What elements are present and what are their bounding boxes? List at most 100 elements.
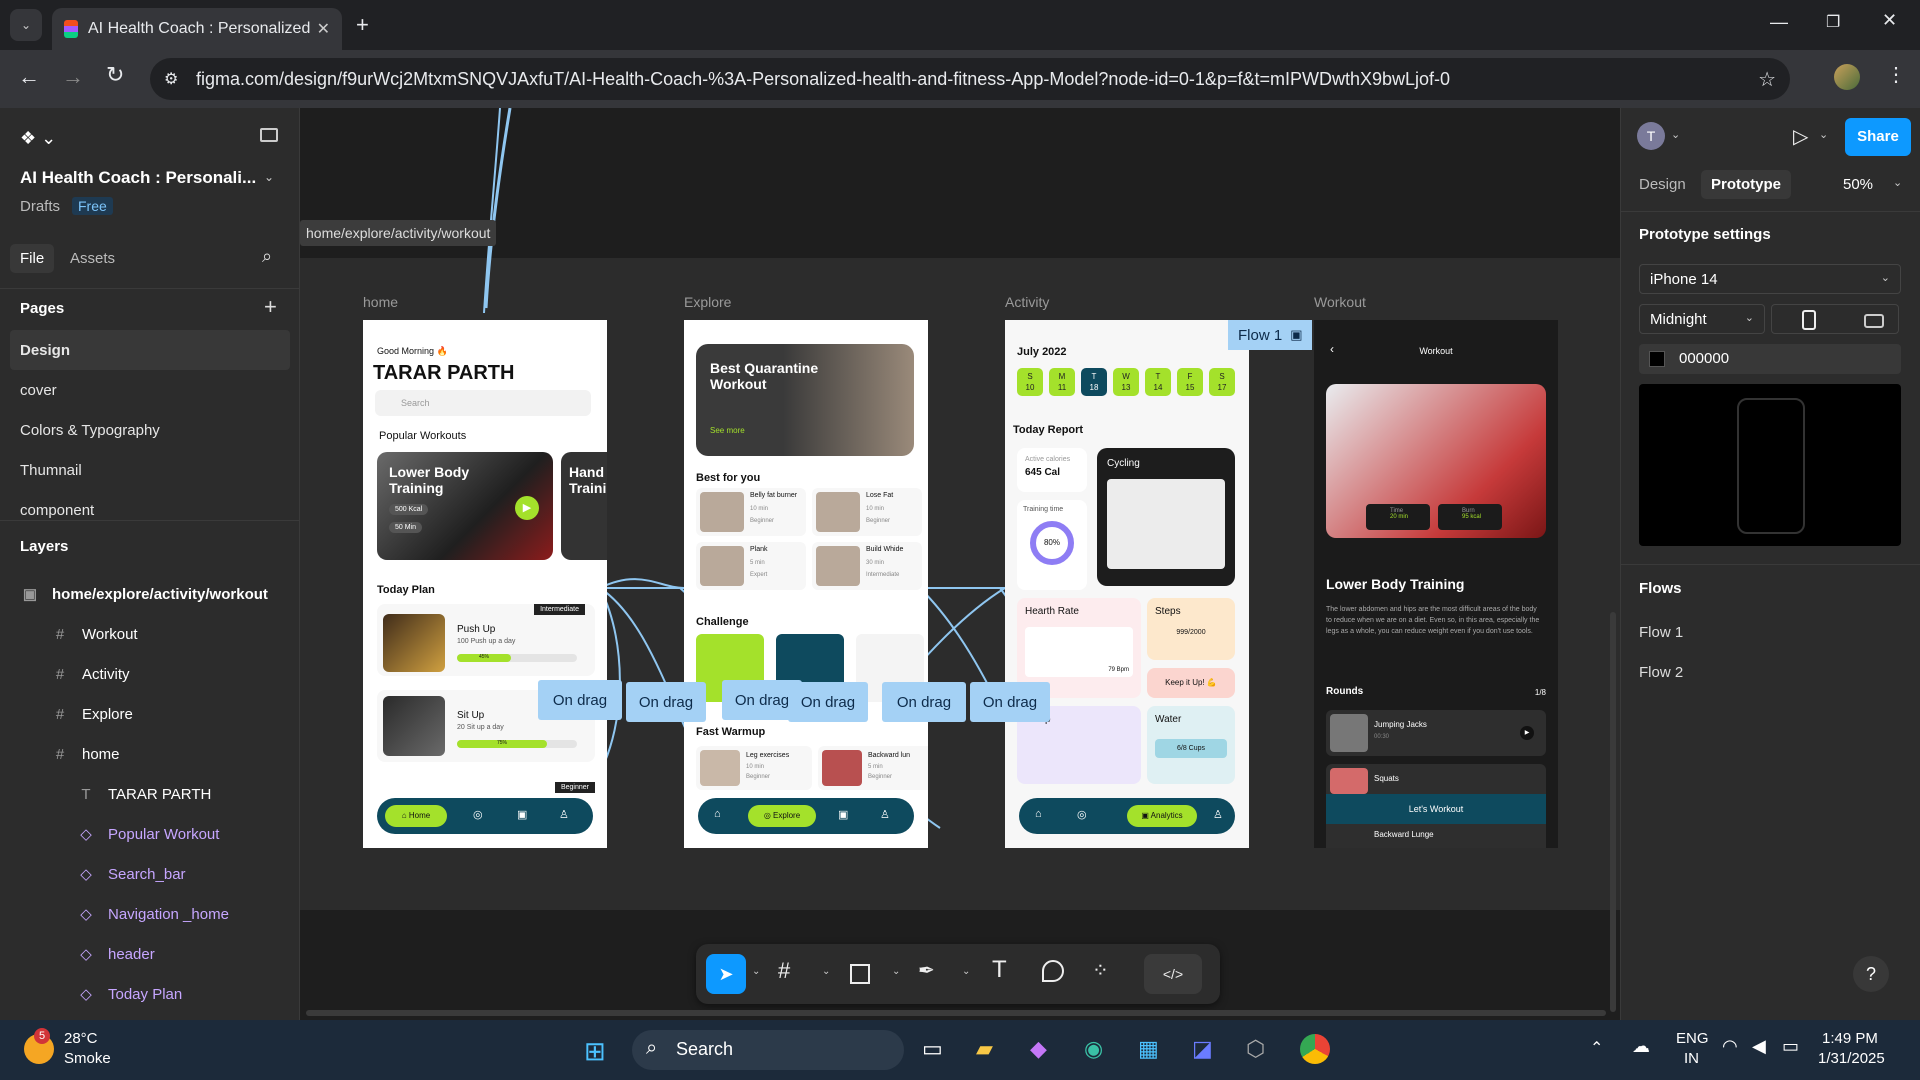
model-select[interactable]: Midnight ⌄ — [1639, 304, 1765, 334]
chevron-down-icon[interactable]: ⌄ — [822, 966, 830, 977]
vertical-scrollbar[interactable] — [1610, 612, 1616, 1012]
nav-explore-button[interactable]: ◎ Explore — [748, 805, 816, 827]
show-hidden-icons-chevron-icon[interactable]: ⌃ — [1590, 1038, 1603, 1058]
zoom-level[interactable]: 50% — [1843, 176, 1873, 193]
hero-card[interactable]: Best Quarantine Workout See more — [696, 344, 914, 456]
frame-explore[interactable]: Best Quarantine Workout See more Best fo… — [684, 320, 928, 848]
windows-start-icon[interactable]: ⊞ — [584, 1036, 606, 1067]
app-icon[interactable]: ⬡ — [1246, 1036, 1265, 1062]
nav-profile-icon[interactable]: ♙ — [559, 808, 569, 821]
flow-item[interactable]: Flow 2 — [1639, 664, 1683, 681]
layer-item[interactable]: # Explore — [0, 694, 300, 734]
edge-icon[interactable]: ◉ — [1084, 1036, 1103, 1062]
portrait-icon[interactable] — [1802, 310, 1816, 330]
nav-explore-icon[interactable]: ◎ — [1077, 808, 1087, 821]
weather-temp[interactable]: 28°C — [64, 1030, 98, 1047]
round-item[interactable]: Backward Lunge — [1326, 824, 1546, 848]
workout-card[interactable]: Lower Body Training 500 Kcal 50 Min ▶ — [377, 452, 553, 560]
site-info-icon[interactable]: ⚙ — [164, 69, 178, 89]
text-tool-icon[interactable]: T — [992, 956, 1007, 984]
color-swatch[interactable] — [1649, 351, 1665, 367]
page-item[interactable]: Colors & Typography — [0, 410, 300, 450]
battery-icon[interactable]: ▭ — [1782, 1036, 1799, 1057]
help-button[interactable]: ? — [1853, 956, 1889, 992]
round-item[interactable]: Squats — [1326, 764, 1546, 794]
horizontal-scrollbar[interactable] — [306, 1010, 1606, 1016]
onedrive-icon[interactable]: ☁ — [1632, 1036, 1650, 1057]
exercise-card[interactable]: Lose Fat 10 min Beginner — [812, 488, 922, 536]
actions-tool-icon[interactable]: ⁘ — [1092, 958, 1109, 983]
layer-item[interactable]: ◇ Navigation _home — [0, 894, 300, 934]
figma-menu-icon[interactable]: ❖ ⌄ — [20, 128, 56, 149]
chevron-down-icon[interactable]: ⌄ — [962, 966, 970, 977]
nav-home-button[interactable]: ⌂ Home — [385, 805, 447, 827]
exercise-card[interactable]: Belly fat burner 10 min Beginner — [696, 488, 806, 536]
language-region[interactable]: IN — [1684, 1050, 1699, 1067]
chevron-down-icon[interactable]: ⌄ — [892, 966, 900, 977]
page-item[interactable]: component — [0, 490, 300, 530]
forward-icon[interactable]: → — [62, 64, 84, 90]
nav-home-icon[interactable]: ⌂ — [714, 808, 721, 820]
layer-item[interactable]: ◇ Today Plan — [0, 974, 300, 1014]
search-icon[interactable]: ⌕ — [262, 246, 272, 267]
add-page-icon[interactable]: + — [264, 294, 277, 320]
drafts-label[interactable]: Drafts — [20, 198, 60, 215]
flow-play-icon[interactable]: ▣ — [1290, 327, 1302, 343]
exercise-card[interactable]: Build Whide 30 min Intermediate — [812, 542, 922, 590]
frame-label-explore[interactable]: Explore — [684, 294, 731, 310]
interaction-label[interactable]: On drag — [538, 680, 622, 720]
background-color-field[interactable]: 000000 — [1639, 344, 1901, 374]
device-select[interactable]: iPhone 14 ⌄ — [1639, 264, 1901, 294]
bookmark-star-icon[interactable]: ☆ — [1758, 67, 1776, 92]
share-button[interactable]: Share — [1845, 118, 1911, 156]
back-icon[interactable]: ← — [18, 64, 40, 90]
page-item[interactable]: cover — [0, 370, 300, 410]
round-play-icon[interactable]: ▶ — [1520, 726, 1534, 740]
language-code[interactable]: ENG — [1676, 1030, 1709, 1047]
tab-assets[interactable]: Assets — [70, 250, 115, 267]
tab-prototype[interactable]: Prototype — [1701, 170, 1792, 199]
bottom-navigation[interactable]: ⌂ ◎ ▣ Analytics ♙ — [1019, 798, 1235, 834]
chevron-down-icon[interactable]: ⌄ — [1671, 128, 1680, 141]
flow-item[interactable]: Flow 1 — [1639, 624, 1683, 641]
weather-desc[interactable]: Smoke — [64, 1050, 111, 1067]
user-avatar[interactable]: T — [1637, 122, 1665, 150]
wifi-icon[interactable]: ◠ — [1722, 1036, 1738, 1057]
nav-profile-icon[interactable]: ♙ — [1213, 808, 1223, 821]
tab-design[interactable]: Design — [1639, 176, 1686, 193]
calendar-day[interactable]: T 18 — [1081, 368, 1107, 396]
layer-item[interactable]: # Activity — [0, 654, 300, 694]
file-name[interactable]: AI Health Coach : Personali... — [20, 168, 260, 188]
calories-card[interactable]: Active calories 645 Cal — [1017, 448, 1087, 492]
orientation-toggle[interactable] — [1771, 304, 1899, 334]
close-window-icon[interactable]: ✕ — [1882, 10, 1897, 31]
calendar-day[interactable]: W 13 — [1113, 368, 1139, 396]
plan-card[interactable]: Push Up 100 Push up a day 45% Intermedia… — [377, 604, 595, 676]
calendar-day[interactable]: F 15 — [1177, 368, 1203, 396]
chevron-down-icon[interactable]: ⌄ — [1819, 128, 1828, 141]
new-tab-icon[interactable]: + — [356, 12, 369, 38]
frame-label-home[interactable]: home — [363, 294, 398, 310]
file-chevron-icon[interactable]: ⌄ — [264, 170, 274, 184]
calendar-day[interactable]: M 11 — [1049, 368, 1075, 396]
copilot-icon[interactable]: ◆ — [1030, 1036, 1047, 1062]
interaction-label[interactable]: On drag — [970, 682, 1050, 722]
task-view-icon[interactable]: ▭ — [922, 1036, 943, 1062]
workout-card[interactable]: Hand Training — [561, 452, 607, 560]
frame-tool-icon[interactable]: # — [778, 958, 790, 984]
layer-item[interactable]: # Workout — [0, 614, 300, 654]
layer-item[interactable]: T TARAR PARTH — [0, 774, 300, 814]
frame-label-activity[interactable]: Activity — [1005, 294, 1049, 310]
browser-tab[interactable]: AI Health Coach : Personalized ✕ — [52, 8, 342, 50]
frame-home[interactable]: Good Morning 🔥 TARAR PARTH Search Popula… — [363, 320, 607, 848]
browser-menu-icon[interactable]: ⋮ — [1886, 62, 1906, 87]
search-bar[interactable]: Search — [375, 390, 591, 416]
exercise-card[interactable]: Plank 5 min Expert — [696, 542, 806, 590]
reload-icon[interactable]: ↻ — [106, 62, 124, 88]
restore-icon[interactable]: ❐ — [1826, 12, 1840, 32]
tab-close-icon[interactable]: ✕ — [317, 19, 330, 39]
interaction-label[interactable]: On drag — [788, 682, 868, 722]
round-item[interactable]: Jumping Jacks 00:30 ▶ — [1326, 710, 1546, 756]
nav-analytics-icon[interactable]: ▣ — [517, 808, 527, 821]
nav-profile-icon[interactable]: ♙ — [880, 808, 890, 821]
